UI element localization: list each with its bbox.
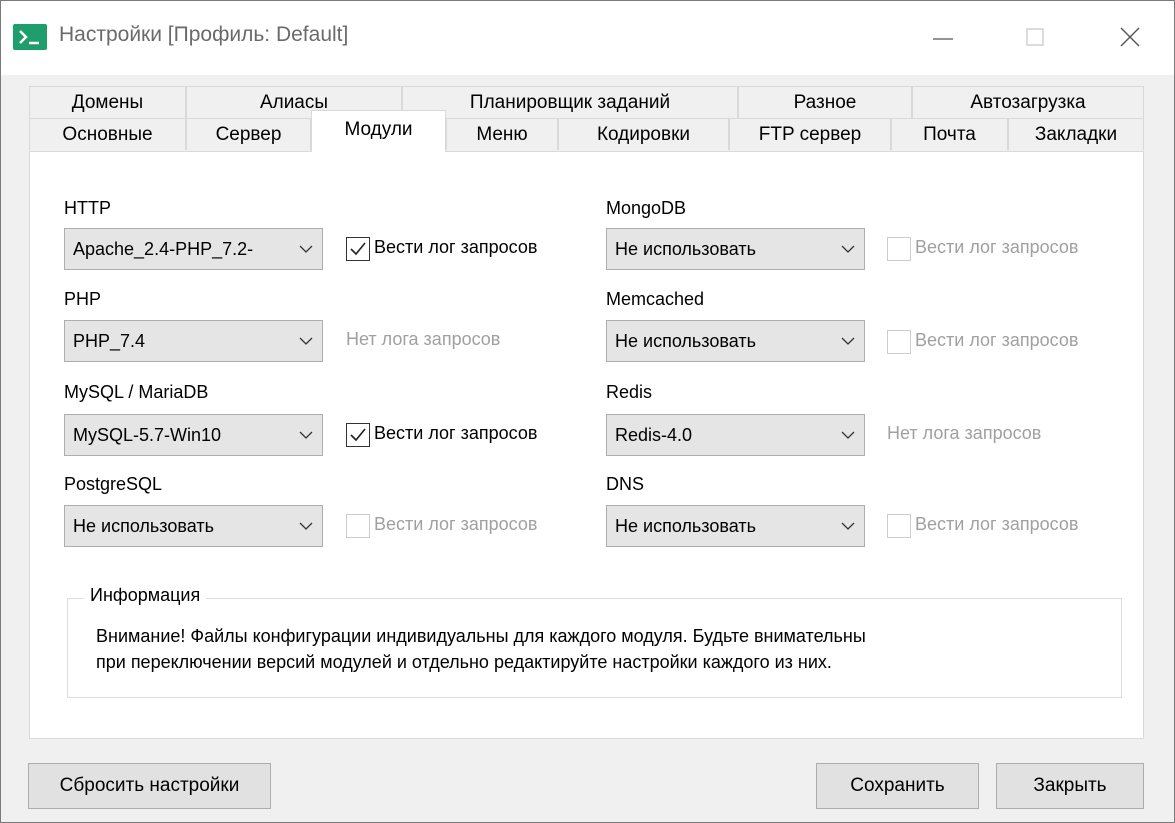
tab-ftp-server[interactable]: FTP сервер xyxy=(729,118,891,150)
info-line-1: Внимание! Файлы конфигурации индивидуаль… xyxy=(96,626,866,646)
minimize-icon xyxy=(933,38,953,40)
tab-domains[interactable]: Домены xyxy=(29,86,186,118)
tab-mail[interactable]: Почта xyxy=(891,118,1008,150)
close-button[interactable]: Закрыть xyxy=(996,763,1144,809)
settings-window: Настройки [Профиль: Default] Домены Алиа… xyxy=(0,0,1175,823)
mysql-select[interactable]: MySQL-5.7-Win10 xyxy=(64,414,323,456)
info-groupbox: Информация Внимание! Файлы конфигурации … xyxy=(67,585,1122,698)
info-text: Внимание! Файлы конфигурации индивидуаль… xyxy=(96,623,1096,675)
memcached-label: Memcached xyxy=(606,289,705,309)
chevron-down-icon xyxy=(841,337,855,345)
mysql-select-value: MySQL-5.7-Win10 xyxy=(73,425,222,445)
dns-select-value: Не использовать xyxy=(615,516,756,536)
chevron-down-icon xyxy=(299,522,313,530)
memcached-select[interactable]: Не использовать xyxy=(606,320,865,362)
checkbox-box xyxy=(346,514,370,538)
chevron-down-icon xyxy=(299,245,313,253)
mysql-log-checkbox[interactable]: Вести лог запросов xyxy=(346,422,576,448)
tab-misc[interactable]: Разное xyxy=(738,86,912,118)
mongodb-log-label: Вести лог запросов xyxy=(915,237,1079,257)
tab-autostart[interactable]: Автозагрузка xyxy=(912,86,1144,118)
tab-server[interactable]: Сервер xyxy=(186,118,311,150)
checkmark-icon xyxy=(350,428,366,442)
postgres-label: PostgreSQL xyxy=(64,474,163,494)
info-line-2: при переключении версий модулей и отдель… xyxy=(96,652,832,672)
info-legend: Информация xyxy=(84,585,207,606)
http-log-checkbox[interactable]: Вести лог запросов xyxy=(346,236,576,262)
http-select[interactable]: Apache_2.4-PHP_7.2- xyxy=(64,228,323,270)
tab-scheduler[interactable]: Планировщик заданий xyxy=(402,86,738,118)
checkbox-box xyxy=(346,423,370,447)
php-select-value: PHP_7.4 xyxy=(73,331,146,351)
mongodb-log-checkbox[interactable]: Вести лог запросов xyxy=(887,236,1117,262)
dns-log-label: Вести лог запросов xyxy=(915,514,1079,534)
redis-no-log-text: Нет лога запросов xyxy=(887,423,1042,443)
redis-label: Redis xyxy=(606,382,653,402)
chevron-down-icon xyxy=(299,431,313,439)
terminal-app-icon xyxy=(13,24,47,50)
maximize-button[interactable] xyxy=(1001,1,1071,75)
close-window-button[interactable] xyxy=(1096,1,1166,75)
checkbox-box xyxy=(887,514,911,538)
php-no-log-text: Нет лога запросов xyxy=(346,329,501,349)
checkbox-box xyxy=(887,330,911,354)
dns-log-checkbox[interactable]: Вести лог запросов xyxy=(887,513,1117,539)
checkmark-icon xyxy=(350,242,366,256)
reset-settings-button[interactable]: Сбросить настройки xyxy=(28,763,271,809)
memcached-select-value: Не использовать xyxy=(615,331,756,351)
save-button[interactable]: Сохранить xyxy=(816,763,979,809)
tab-encodings[interactable]: Кодировки xyxy=(558,118,729,150)
php-label: PHP xyxy=(64,289,102,309)
title-bar[interactable]: Настройки [Профиль: Default] xyxy=(1,1,1174,75)
checkbox-box xyxy=(887,237,911,261)
redis-select[interactable]: Redis-4.0 xyxy=(606,414,865,456)
tab-menu[interactable]: Меню xyxy=(446,118,558,150)
mysql-log-label: Вести лог запросов xyxy=(374,423,538,443)
php-select[interactable]: PHP_7.4 xyxy=(64,320,323,362)
chevron-down-icon xyxy=(841,245,855,253)
chevron-down-icon xyxy=(841,522,855,530)
http-label: HTTP xyxy=(64,198,111,218)
mongodb-select-value: Не использовать xyxy=(615,239,756,259)
dns-label: DNS xyxy=(606,474,645,494)
minimize-button[interactable] xyxy=(909,1,979,75)
chevron-down-icon xyxy=(841,431,855,439)
postgres-log-checkbox[interactable]: Вести лог запросов xyxy=(346,513,576,539)
modules-panel: HTTP Apache_2.4-PHP_7.2- Вести лог запро… xyxy=(29,151,1144,739)
chevron-down-icon xyxy=(299,337,313,345)
tab-general[interactable]: Основные xyxy=(29,118,186,150)
postgres-select-value: Не использовать xyxy=(73,516,214,536)
postgres-log-label: Вести лог запросов xyxy=(374,514,538,534)
mongodb-select[interactable]: Не использовать xyxy=(606,228,865,270)
tab-modules[interactable]: Модули xyxy=(311,110,446,152)
tab-bookmarks[interactable]: Закладки xyxy=(1008,118,1144,150)
memcached-log-label: Вести лог запросов xyxy=(915,330,1079,350)
dns-select[interactable]: Не использовать xyxy=(606,505,865,547)
http-log-label: Вести лог запросов xyxy=(374,237,538,257)
window-title: Настройки [Профиль: Default] xyxy=(59,23,349,46)
postgres-select[interactable]: Не использовать xyxy=(64,505,323,547)
close-icon xyxy=(1120,27,1140,47)
mysql-label: MySQL / MariaDB xyxy=(64,382,209,402)
checkbox-box xyxy=(346,237,370,261)
mongodb-label: MongoDB xyxy=(606,198,687,218)
redis-select-value: Redis-4.0 xyxy=(615,425,693,445)
memcached-log-checkbox[interactable]: Вести лог запросов xyxy=(887,329,1117,355)
maximize-icon xyxy=(1026,28,1044,46)
http-select-value: Apache_2.4-PHP_7.2- xyxy=(73,239,254,259)
